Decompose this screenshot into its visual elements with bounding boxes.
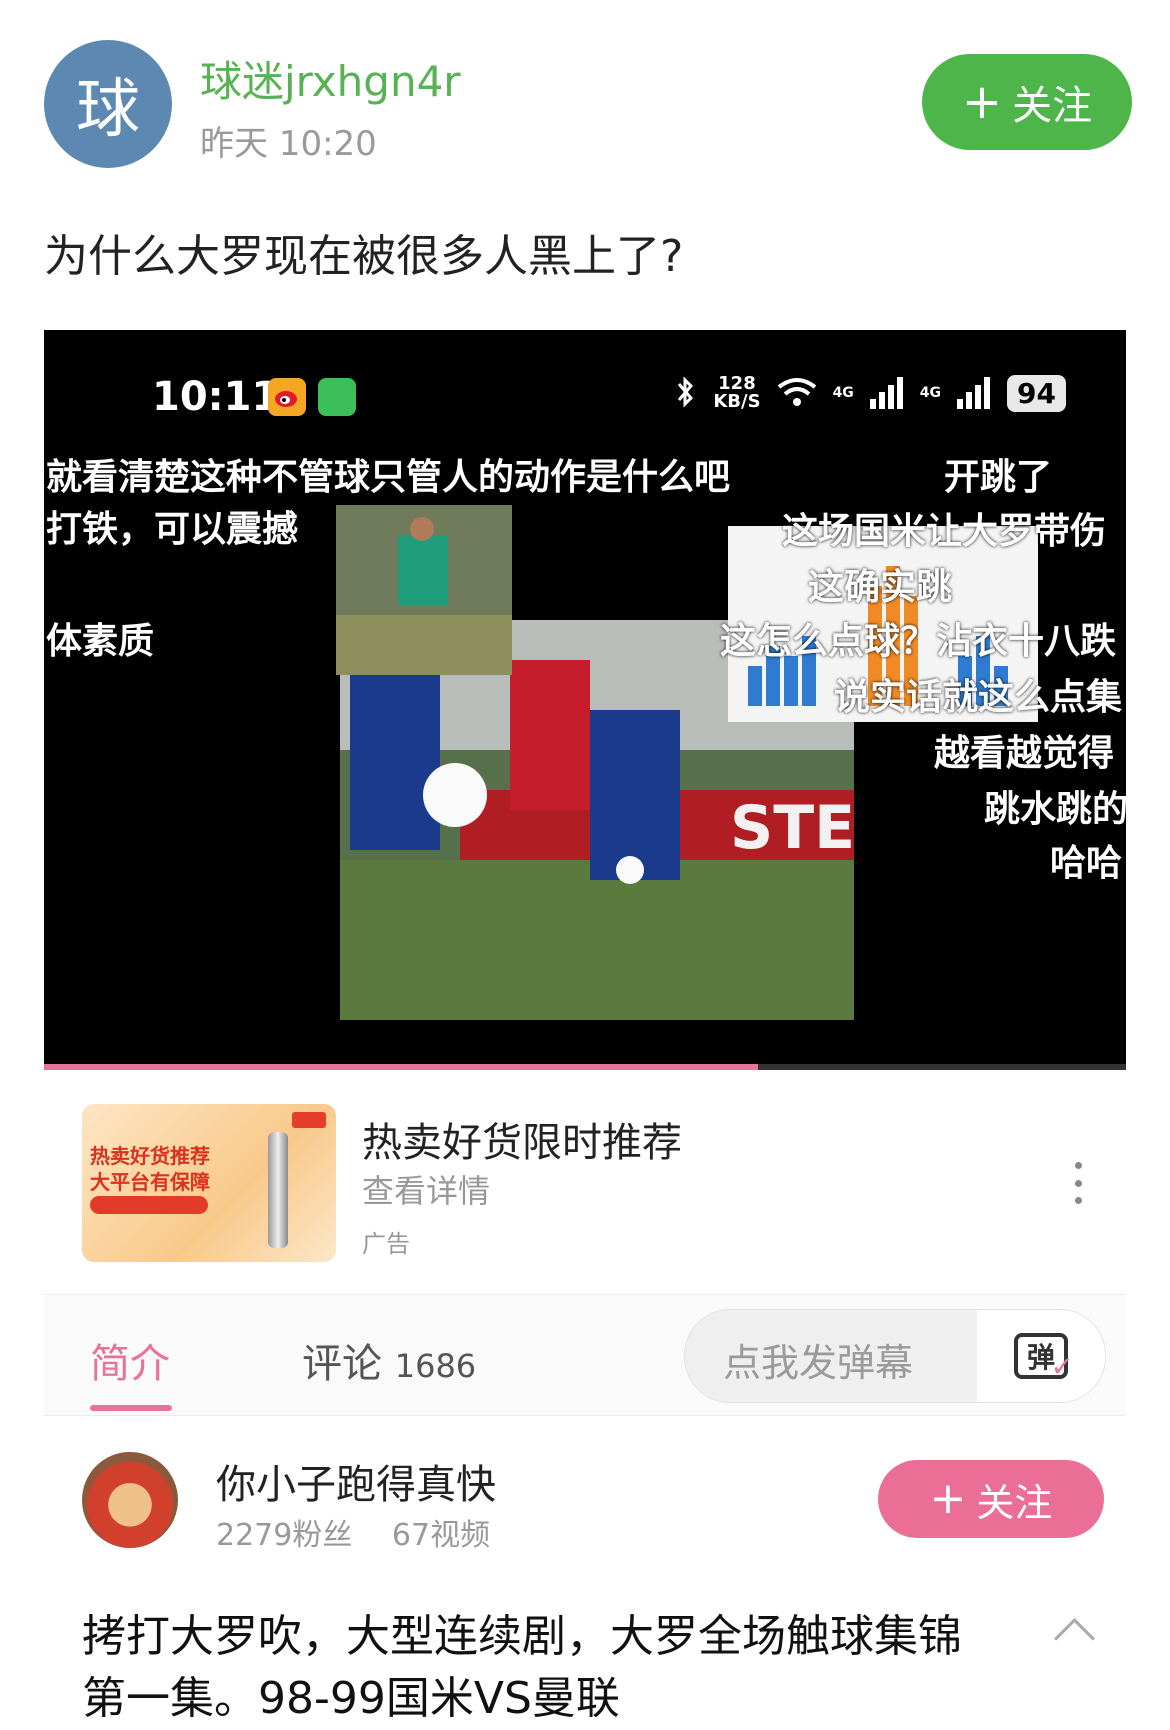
signal-label-1: 4G <box>832 385 854 401</box>
active-tab-indicator <box>90 1405 172 1411</box>
username[interactable]: 球迷jrxhgn4r <box>200 48 461 109</box>
ad-thumb-line1: 热卖好货推荐 <box>90 1144 210 1168</box>
player-photo-image <box>336 505 512 675</box>
battery-level: 94 <box>1007 374 1066 412</box>
danmaku-input[interactable]: 点我发弹幕 弹 ✓ <box>684 1309 1106 1403</box>
comments-count: 1686 <box>394 1347 477 1385</box>
net-speed-unit: KB/S <box>713 391 761 412</box>
svg-text:STE: STE <box>730 793 854 863</box>
phone-status-bar: 10:11 128 KB/S 4G 4G 94 <box>44 374 1126 434</box>
danmaku-caption: 跳水跳的 <box>984 789 1126 830</box>
post-time: 昨天 10:20 <box>200 124 377 164</box>
video-progress-bar[interactable] <box>44 1064 1126 1070</box>
post-title: 为什么大罗现在被很多人黑上了? <box>44 231 684 282</box>
signal-label-2: 4G <box>919 385 942 401</box>
product-image <box>268 1132 288 1248</box>
chevron-up-icon[interactable] <box>1053 1617 1096 1660</box>
danmaku-caption: 体素质 <box>46 621 155 662</box>
ad-details-link[interactable]: 查看详情 <box>362 1166 490 1212</box>
brand-logo <box>292 1112 326 1128</box>
follow-label: 关注 <box>1012 83 1093 129</box>
tab-comments-label: 评论 <box>302 1341 382 1387</box>
uploader-avatar[interactable] <box>82 1452 178 1548</box>
signal-icon-2 <box>957 377 991 409</box>
check-icon: ✓ <box>1050 1350 1074 1383</box>
status-time: 10:11 <box>152 374 280 420</box>
uploader-name[interactable]: 你小子跑得真快 <box>216 1452 496 1510</box>
avatar-char: 球 <box>76 73 140 147</box>
user-avatar[interactable]: 球 <box>44 40 172 168</box>
videos-count: 67视频 <box>391 1518 491 1553</box>
tab-intro[interactable]: 简介 <box>90 1331 170 1389</box>
bluetooth-icon <box>678 376 694 408</box>
danmaku-caption: 开跳了 <box>944 457 1053 498</box>
danmaku-icon: 弹 ✓ <box>1014 1333 1074 1383</box>
net-speed: 128 KB/S <box>713 375 760 411</box>
danmaku-caption: 这确实跳 <box>808 567 953 608</box>
video-title: 拷打大罗吹，大型连续剧，大罗全场触球集锦第一集。98-99国米VS曼联 <box>82 1611 962 1724</box>
danmaku-toggle-button[interactable]: 弹 ✓ <box>977 1310 1105 1402</box>
plus-icon: + <box>961 74 1003 130</box>
more-options-icon[interactable] <box>1070 1162 1086 1204</box>
wifi-icon <box>777 378 816 406</box>
danmaku-caption: 越看越觉得 <box>934 733 1115 774</box>
follow-button[interactable]: + 关注 <box>922 54 1132 150</box>
uploader-follow-button[interactable]: + 关注 <box>878 1460 1104 1538</box>
ad-label: 广告 <box>362 1230 410 1258</box>
fans-count: 2279粉丝 <box>216 1518 353 1553</box>
video-progress-fill <box>44 1064 759 1070</box>
status-indicators: 128 KB/S 4G 4G 94 <box>675 374 1066 412</box>
danmaku-caption: 这怎么点球？沾衣十八跌 <box>720 621 1117 662</box>
uploader-stats: 2279粉丝 67视频 <box>216 1510 520 1554</box>
video-player[interactable]: 10:11 128 KB/S 4G 4G 94 STE 就看清楚这种不管球只管人… <box>44 330 1126 1070</box>
ad-thumb-tag <box>90 1196 208 1214</box>
danmaku-caption: 就看清楚这种不管球只管人的动作是什么吧 <box>46 457 731 498</box>
signal-icon <box>869 377 903 409</box>
app-icon <box>318 378 356 416</box>
ad-thumb-line2: 大平台有保障 <box>90 1170 210 1194</box>
danmaku-placeholder: 点我发弹幕 <box>723 1341 914 1385</box>
video-tabs-bar: 简介 评论 1686 点我发弹幕 弹 ✓ <box>44 1294 1126 1416</box>
danmaku-caption: 哈哈 <box>1050 843 1123 884</box>
danmaku-caption: 说实话就这么点集 <box>834 677 1123 718</box>
danmaku-caption: 这场国米让大罗带伤 <box>782 511 1107 552</box>
follow-label: 关注 <box>976 1480 1053 1525</box>
weibo-icon <box>268 378 306 416</box>
plus-icon: + <box>929 1473 967 1524</box>
tab-comments[interactable]: 评论 1686 <box>302 1331 476 1389</box>
ad-thumbnail[interactable]: 热卖好货推荐 大平台有保障 <box>82 1104 336 1262</box>
ad-title[interactable]: 热卖好货限时推荐 <box>362 1110 682 1168</box>
danmaku-caption: 打铁，可以震撼 <box>46 509 299 550</box>
